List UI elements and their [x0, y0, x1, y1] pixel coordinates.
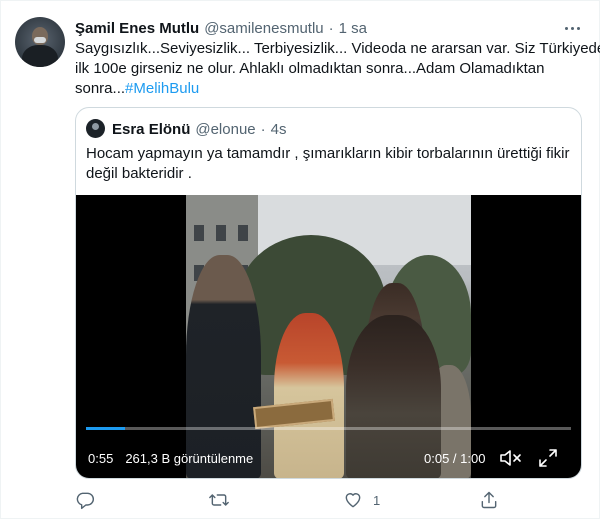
video-elapsed: 0:55	[88, 450, 114, 466]
tweet-text-line: ilk 100e girseniz ne olur. Ahlaklı olmad…	[75, 60, 545, 77]
quoted-tweet-text: Hocam yapmayın ya tamamdır , şımarıkları…	[86, 144, 571, 184]
author-avatar[interactable]	[15, 17, 65, 67]
tweet-text-fragment: sonra...	[75, 80, 126, 97]
hashtag-link[interactable]: #MelihBulu	[125, 80, 199, 97]
more-options-icon[interactable]	[561, 19, 583, 37]
video-frame	[186, 195, 471, 478]
retweet-button[interactable]	[208, 489, 230, 511]
reply-icon	[75, 490, 95, 510]
video-position: 0:05	[424, 450, 450, 466]
like-button[interactable]: 1	[343, 489, 380, 511]
quoted-tweet-time[interactable]: 4s	[271, 121, 287, 138]
quoted-author-avatar[interactable]	[86, 119, 105, 138]
reply-button[interactable]	[75, 489, 95, 511]
video-controls: 0:05 / 1:00	[424, 449, 559, 467]
video-progress-bar[interactable]	[86, 427, 571, 430]
quoted-tweet[interactable]: Esra Elönü @elonue · 4s Hocam yapmayın y…	[75, 107, 582, 479]
share-button[interactable]	[479, 489, 499, 511]
separator: ·	[260, 120, 266, 138]
separator: ·	[328, 19, 334, 37]
quoted-author-name[interactable]: Esra Elönü	[112, 121, 190, 138]
volume-muted-icon[interactable]	[499, 448, 523, 468]
quoted-text-line: değil bakteridir .	[86, 165, 192, 182]
video-view-count: 261,3 B görüntülenme	[125, 450, 254, 466]
quoted-text-line: Hocam yapmayın ya tamamdır , şımarıkları…	[86, 145, 570, 162]
tweet-text-line: Saygısızlık...Seviyesizlik... Terbiyesiz…	[75, 40, 600, 57]
video-progress-fill	[86, 427, 125, 430]
time-separator: /	[449, 450, 461, 466]
author-handle[interactable]: @samilenesmutlu	[204, 20, 323, 37]
author-name[interactable]: Şamil Enes Mutlu	[75, 20, 199, 37]
quoted-author-handle[interactable]: @elonue	[195, 121, 255, 138]
video-player[interactable]: 0:55 261,3 B görüntülenme 0:05 / 1:00	[76, 195, 581, 478]
like-count: 1	[373, 492, 381, 508]
tweet-time[interactable]: 1 sa	[339, 20, 367, 37]
tweet-text-line: sonra...#MelihBulu	[75, 79, 585, 99]
retweet-icon	[208, 490, 230, 510]
tweet-text: Saygısızlık...Seviyesizlik... Terbiyesiz…	[75, 39, 600, 99]
quoted-tweet-header: Esra Elönü @elonue · 4s	[112, 119, 286, 139]
tweet-card[interactable]: Şamil Enes Mutlu @samilenesmutlu · 1 sa …	[0, 0, 600, 519]
video-duration: 1:00	[460, 450, 486, 466]
tweet-header: Şamil Enes Mutlu @samilenesmutlu · 1 sa	[75, 18, 367, 38]
heart-icon	[343, 490, 363, 510]
video-info: 0:55 261,3 B görüntülenme	[88, 449, 253, 467]
fullscreen-icon[interactable]	[537, 447, 559, 469]
tweet-actions: 1	[75, 489, 505, 511]
share-icon	[479, 490, 499, 510]
